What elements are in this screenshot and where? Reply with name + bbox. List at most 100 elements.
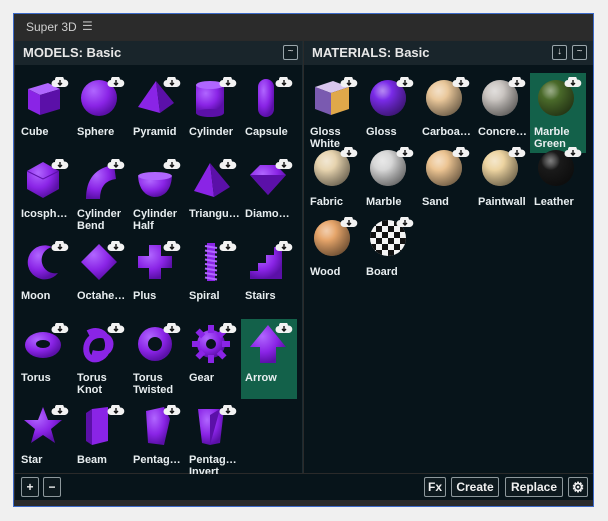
model-star[interactable]: Star bbox=[17, 401, 73, 481]
item-label: Sand bbox=[422, 196, 449, 208]
model-octahe[interactable]: Octahe… bbox=[73, 237, 129, 317]
cloud-download-icon[interactable] bbox=[340, 215, 358, 227]
model-torus-twisted[interactable]: Torus Twisted bbox=[129, 319, 185, 399]
cloud-download-icon[interactable] bbox=[163, 239, 181, 251]
cloud-download-icon[interactable] bbox=[163, 157, 181, 169]
item-label: Wood bbox=[310, 266, 341, 278]
model-spiral[interactable]: Spiral bbox=[185, 237, 241, 317]
cloud-download-icon[interactable] bbox=[340, 75, 358, 87]
material-marble-green[interactable]: Marble Green bbox=[530, 73, 586, 153]
material-board[interactable]: Board bbox=[362, 213, 418, 293]
hamburger-icon[interactable]: ☰ bbox=[82, 19, 93, 33]
item-label: Capsule bbox=[245, 126, 288, 138]
cloud-download-icon[interactable] bbox=[275, 157, 293, 169]
cloud-download-icon[interactable] bbox=[163, 75, 181, 87]
model-capsule[interactable]: Capsule bbox=[241, 73, 297, 153]
cloud-download-icon[interactable] bbox=[163, 403, 181, 415]
remove-button[interactable]: − bbox=[43, 477, 61, 497]
model-cylinder-bend[interactable]: Cylinder Bend bbox=[73, 155, 129, 235]
model-gear[interactable]: Gear bbox=[185, 319, 241, 399]
model-icosph[interactable]: Icosph… bbox=[17, 155, 73, 235]
cloud-download-icon[interactable] bbox=[396, 145, 414, 157]
material-sand[interactable]: Sand bbox=[418, 143, 474, 223]
cloud-download-icon[interactable] bbox=[219, 239, 237, 251]
model-diamo[interactable]: Diamo… bbox=[241, 155, 297, 235]
material-gloss-white[interactable]: Gloss White bbox=[306, 73, 362, 153]
cloud-download-icon[interactable] bbox=[107, 75, 125, 87]
gear-icon[interactable]: ⚙ bbox=[568, 477, 588, 497]
model-cube[interactable]: Cube bbox=[17, 73, 73, 153]
cloud-download-icon[interactable] bbox=[51, 157, 69, 169]
cloud-download-icon[interactable] bbox=[107, 403, 125, 415]
material-gloss[interactable]: Gloss bbox=[362, 73, 418, 153]
item-label: Cylinder bbox=[189, 126, 234, 138]
cloud-download-icon[interactable] bbox=[275, 321, 293, 333]
cloud-download-icon[interactable] bbox=[396, 75, 414, 87]
cloud-download-icon[interactable] bbox=[396, 215, 414, 227]
cloud-download-icon[interactable] bbox=[219, 403, 237, 415]
app-window: Super 3D ☰ MODELS: Basic ~ Cube Sphere Pyr… bbox=[13, 13, 594, 507]
cloud-download-icon[interactable] bbox=[219, 75, 237, 87]
cloud-download-icon[interactable] bbox=[219, 157, 237, 169]
cloud-download-icon[interactable] bbox=[564, 145, 582, 157]
material-fabric[interactable]: Fabric bbox=[306, 143, 362, 223]
item-label: Star bbox=[21, 454, 43, 466]
cloud-download-icon[interactable] bbox=[340, 145, 358, 157]
cloud-download-icon[interactable] bbox=[51, 239, 69, 251]
cloud-download-icon[interactable] bbox=[51, 403, 69, 415]
item-label: Carboa… bbox=[422, 126, 471, 138]
model-pentag[interactable]: Pentag… bbox=[129, 401, 185, 481]
model-cylinder[interactable]: Cylinder bbox=[185, 73, 241, 153]
add-button[interactable]: + bbox=[21, 477, 39, 497]
item-label: Arrow bbox=[245, 372, 277, 384]
model-pyramid[interactable]: Pyramid bbox=[129, 73, 185, 153]
cloud-download-icon[interactable] bbox=[107, 157, 125, 169]
cloud-download-icon[interactable] bbox=[51, 321, 69, 333]
replace-button[interactable]: Replace bbox=[505, 477, 563, 497]
cloud-download-icon[interactable] bbox=[275, 239, 293, 251]
material-leather[interactable]: Leather bbox=[530, 143, 586, 223]
models-menu-button[interactable]: ~ bbox=[283, 45, 298, 60]
item-label: Triangu… bbox=[189, 208, 240, 220]
create-button[interactable]: Create bbox=[451, 477, 499, 497]
cloud-download-icon[interactable] bbox=[275, 75, 293, 87]
cloud-download-icon[interactable] bbox=[107, 239, 125, 251]
model-arrow[interactable]: Arrow bbox=[241, 319, 297, 399]
materials-title: MATERIALS: Basic bbox=[312, 45, 430, 60]
model-pentag-invert[interactable]: Pentag… Invert bbox=[185, 401, 241, 481]
item-label: Beam bbox=[77, 454, 107, 466]
material-marble[interactable]: Marble bbox=[362, 143, 418, 223]
model-sphere[interactable]: Sphere bbox=[73, 73, 129, 153]
item-label: Icosph… bbox=[21, 208, 68, 220]
item-label: Torus Twisted bbox=[133, 372, 174, 396]
models-title: MODELS: Basic bbox=[23, 45, 122, 60]
model-beam[interactable]: Beam bbox=[73, 401, 129, 481]
model-moon[interactable]: Moon bbox=[17, 237, 73, 317]
cloud-download-icon[interactable] bbox=[508, 145, 526, 157]
material-carboa[interactable]: Carboa… bbox=[418, 73, 474, 153]
fx-button[interactable]: Fx bbox=[424, 477, 446, 497]
material-wood[interactable]: Wood bbox=[306, 213, 362, 293]
model-plus[interactable]: Plus bbox=[129, 237, 185, 317]
cloud-download-icon[interactable] bbox=[107, 321, 125, 333]
materials-download-button[interactable]: ↓ bbox=[552, 45, 567, 60]
model-cylinder-half[interactable]: Cylinder Half bbox=[129, 155, 185, 235]
item-label: Pentag… bbox=[133, 454, 181, 466]
cloud-download-icon[interactable] bbox=[163, 321, 181, 333]
item-label: Gloss bbox=[366, 126, 397, 138]
model-stairs[interactable]: Stairs bbox=[241, 237, 297, 317]
cloud-download-icon[interactable] bbox=[452, 145, 470, 157]
material-concre[interactable]: Concre… bbox=[474, 73, 530, 153]
cloud-download-icon[interactable] bbox=[51, 75, 69, 87]
model-torus[interactable]: Torus bbox=[17, 319, 73, 399]
cloud-download-icon[interactable] bbox=[219, 321, 237, 333]
model-torus-knot[interactable]: Torus Knot bbox=[73, 319, 129, 399]
materials-menu-button[interactable]: ~ bbox=[572, 45, 587, 60]
cloud-download-icon[interactable] bbox=[452, 75, 470, 87]
item-label: Stairs bbox=[245, 290, 276, 302]
model-triangu[interactable]: Triangu… bbox=[185, 155, 241, 235]
cloud-download-icon[interactable] bbox=[564, 75, 582, 87]
item-label: Moon bbox=[21, 290, 51, 302]
cloud-download-icon[interactable] bbox=[508, 75, 526, 87]
material-paintwall[interactable]: Paintwall bbox=[474, 143, 530, 223]
